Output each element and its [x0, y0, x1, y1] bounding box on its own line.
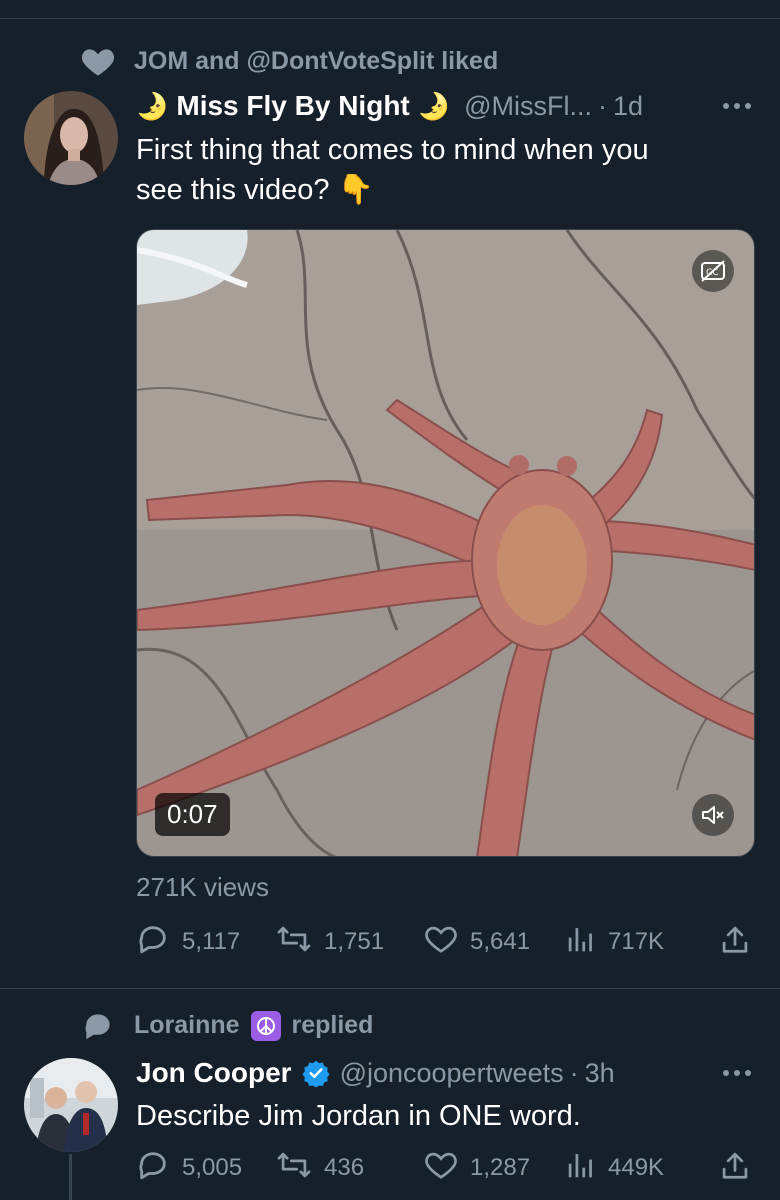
user-handle[interactable]: @joncoopertweets [340, 1058, 564, 1089]
retweet-icon [276, 924, 312, 961]
top-divider [0, 18, 780, 19]
heart-outline-icon [424, 1150, 458, 1187]
retweet-count: 436 [324, 1154, 365, 1181]
retweet-button[interactable]: 436 [276, 1148, 364, 1188]
avatar[interactable] [24, 91, 118, 185]
tweet-text-line: see this video? 👇 [136, 174, 374, 206]
like-button[interactable]: 1,287 [424, 1148, 530, 1188]
video-duration: 0:07 [155, 793, 230, 836]
separator-dot: · [598, 90, 608, 121]
reply-icon [136, 1149, 170, 1188]
moon-emoji: 🌛 [136, 90, 169, 121]
tweet-header: 🌛 Miss Fly By Night 🌛 @MissFl... · 1d [136, 86, 643, 126]
mute-icon[interactable] [692, 794, 734, 836]
social-context-text: Lorainne replied [134, 1011, 373, 1042]
more-options-icon[interactable] [722, 86, 752, 126]
separator-dot: · [569, 1057, 579, 1088]
views-button[interactable]: 717K [566, 922, 664, 962]
video-thumbnail [137, 230, 754, 856]
tweet-text: First thing that comes to mind when you … [136, 130, 746, 210]
verified-badge-icon [302, 1059, 330, 1087]
like-count: 5,641 [470, 928, 531, 955]
heart-icon [80, 43, 120, 79]
thread-connector [69, 1154, 72, 1200]
captions-icon[interactable]: CC [692, 250, 734, 292]
share-icon [720, 1150, 750, 1187]
social-context-liked[interactable]: JOM and @DontVoteSplit liked [80, 43, 498, 79]
user-handle[interactable]: @MissFl... [464, 91, 592, 122]
views-button[interactable]: 449K [566, 1148, 664, 1188]
reply-button[interactable]: 5,005 [136, 1148, 242, 1188]
timestamp[interactable]: 1d [613, 91, 643, 122]
display-name[interactable]: Miss Fly By Night [176, 90, 409, 122]
like-count: 1,287 [470, 1154, 531, 1181]
action-bar: 5,117 1,751 5,641 717K [136, 922, 756, 962]
display-name[interactable]: Jon Cooper [136, 1057, 292, 1089]
analytics-icon [566, 924, 596, 961]
social-context-text: JOM and @DontVoteSplit liked [134, 46, 499, 75]
analytics-icon [566, 1150, 596, 1187]
reply-bubble-icon [80, 1008, 120, 1044]
tweet-header: Jon Cooper @joncoopertweets · 3h [136, 1053, 615, 1093]
social-context-replied[interactable]: Lorainne replied [80, 1008, 373, 1044]
timestamp[interactable]: 3h [585, 1058, 615, 1089]
views-count-label[interactable]: 271K views [136, 872, 269, 903]
view-count: 449K [608, 1154, 665, 1181]
like-button[interactable]: 5,641 [424, 922, 530, 962]
share-icon [720, 924, 750, 961]
video-player[interactable]: CC 0:07 [136, 229, 755, 857]
retweet-button[interactable]: 1,751 [276, 922, 384, 962]
avatar[interactable] [24, 1058, 118, 1152]
tweet-text: Describe Jim Jordan in ONE word. [136, 1100, 581, 1132]
reply-count: 5,117 [182, 928, 241, 955]
retweet-count: 1,751 [324, 928, 385, 955]
reply-icon [136, 923, 170, 962]
action-bar: 5,005 436 1,287 449K [136, 1148, 756, 1188]
reply-count: 5,005 [182, 1154, 243, 1181]
tweet-text-line: First thing that comes to mind when you [136, 134, 649, 166]
share-button[interactable] [720, 1148, 750, 1188]
share-button[interactable] [720, 922, 750, 962]
view-count: 717K [608, 928, 665, 955]
moon-emoji: 🌛 [417, 90, 451, 121]
retweet-icon [276, 1150, 312, 1187]
reply-button[interactable]: 5,117 [136, 922, 240, 962]
peace-symbol-emoji [250, 1011, 281, 1042]
tweet-divider [0, 988, 780, 989]
pointing-down-emoji: 👇 [337, 174, 374, 206]
heart-outline-icon [424, 924, 458, 961]
more-options-icon[interactable] [722, 1053, 752, 1093]
